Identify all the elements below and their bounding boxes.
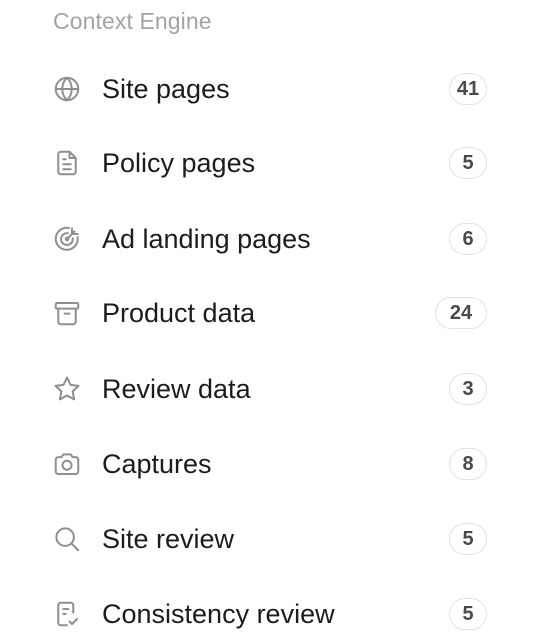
count-badge: 6 [449, 223, 487, 255]
nav-item-label: Policy pages [102, 147, 256, 178]
context-engine-sidebar: Context Engine Site pages 41 Policy page… [0, 0, 540, 640]
nav-item-label: Product data [102, 297, 256, 328]
globe-icon [50, 72, 84, 106]
count-badge: 41 [449, 73, 487, 105]
count-badge: 5 [449, 523, 487, 555]
document-icon [50, 146, 84, 180]
nav-item-label: Ad landing pages [102, 223, 311, 254]
count-badge: 8 [449, 448, 487, 480]
nav-item-consistency-review[interactable]: Consistency review 5 [50, 589, 490, 639]
camera-icon [50, 447, 84, 481]
nav-item-label: Consistency review [102, 598, 335, 629]
section-title: Context Engine [53, 8, 212, 34]
count-badge: 3 [449, 373, 487, 405]
count-badge: 24 [435, 297, 487, 329]
nav-item-label: Site pages [102, 73, 230, 104]
nav-item-ad-landing-pages[interactable]: Ad landing pages 6 [50, 214, 490, 264]
nav-item-site-pages[interactable]: Site pages 41 [50, 64, 490, 114]
clipboard-check-icon [50, 597, 84, 631]
nav-item-product-data[interactable]: Product data 24 [50, 288, 490, 338]
star-icon [50, 372, 84, 406]
count-badge: 5 [449, 598, 487, 630]
search-icon [50, 522, 84, 556]
nav-item-captures[interactable]: Captures 8 [50, 439, 490, 489]
target-icon [50, 222, 84, 256]
nav-item-label: Captures [102, 448, 212, 479]
archive-box-icon [50, 296, 84, 330]
nav-item-label: Review data [102, 373, 251, 404]
nav-item-policy-pages[interactable]: Policy pages 5 [50, 138, 490, 188]
nav-item-review-data[interactable]: Review data 3 [50, 364, 490, 414]
nav-item-site-review[interactable]: Site review 5 [50, 514, 490, 564]
count-badge: 5 [449, 147, 487, 179]
nav-item-label: Site review [102, 523, 235, 554]
